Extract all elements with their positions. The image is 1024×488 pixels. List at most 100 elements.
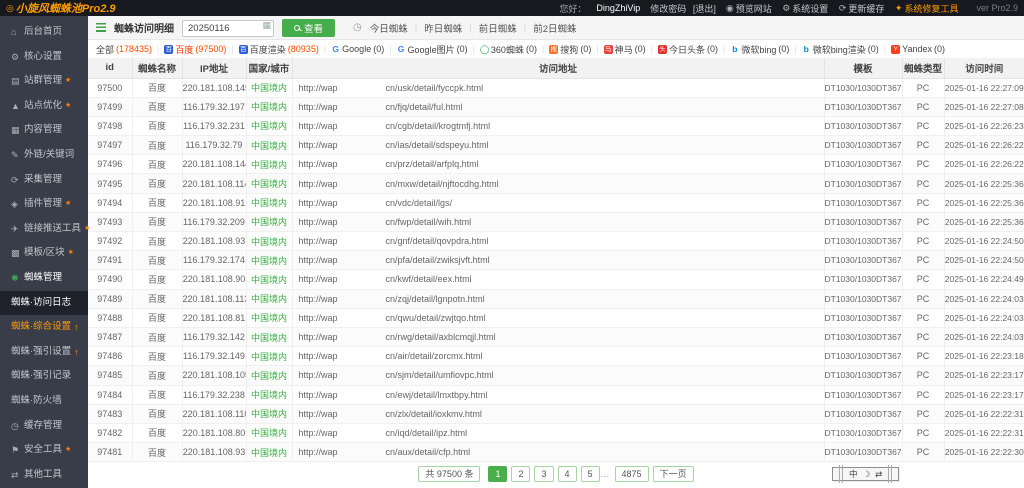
spider-filter-link[interactable]: 百 百度 (97500) xyxy=(164,43,226,56)
last-page-button[interactable]: 4875 xyxy=(614,466,649,482)
tab-前日蜘蛛[interactable]: 前日蜘蛛 xyxy=(479,21,517,35)
sidebar-item[interactable]: ⌂ 后台首页 xyxy=(0,20,88,45)
sidebar-item[interactable]: ◷ 缓存管理 xyxy=(0,414,88,439)
sidebar-item[interactable]: ▲ 站点优化 ★ xyxy=(0,94,88,119)
spider-filter-link[interactable]: 百 百度渲染 (80935) xyxy=(238,43,319,56)
logout-link[interactable]: [退出] xyxy=(693,2,716,15)
cell-region: 中国境内 xyxy=(245,154,293,175)
cell-url: http://wap cn/qwu/detail/zwjtqo.html xyxy=(291,308,825,328)
page-button[interactable]: 2 xyxy=(511,466,531,482)
sidebar-item[interactable]: ✎ 外链/关键词 xyxy=(0,143,88,168)
cell-ip: 220.181.108.81 xyxy=(181,308,247,328)
pin-icon: ★ xyxy=(84,224,91,232)
tab-前2日蜘蛛[interactable]: 前2日蜘蛛 xyxy=(533,21,576,35)
cell-ip: 116.179.32.209 xyxy=(181,212,247,233)
sidebar-item[interactable]: 蜘蛛·防火墙 xyxy=(0,389,88,414)
cell-template: DT1030/1030DT3673 xyxy=(823,404,903,424)
sidebar-item[interactable]: ▤ 站群管理 ★ xyxy=(0,69,88,94)
main-content: 蜘蛛访问明细 ▦ 查看 ◷ 今日蜘蛛 | 昨日蜘蛛 | 前日蜘蛛 | 前2日蜘蛛 全部 (1… xyxy=(88,16,1024,488)
sidebar-item[interactable]: ✈ 链接推送工具 ★ xyxy=(0,217,91,242)
spider-filter-link[interactable]: 马 神马 (0) xyxy=(603,43,646,56)
keywords-icon: ✎ xyxy=(11,149,19,160)
cell-region: 中国境内 xyxy=(245,173,293,194)
calendar-icon[interactable]: ▦ xyxy=(262,20,271,31)
ime-language-bar[interactable]: 中 ☽ ⇄ xyxy=(832,467,900,481)
page-button[interactable]: 4 xyxy=(557,466,577,482)
sidebar-item[interactable]: ▩ 模板/区块 ★ xyxy=(0,241,88,266)
cell-spider-type: PC xyxy=(901,327,945,348)
sidebar-item[interactable]: ⚑ 安全工具 ★ xyxy=(0,438,88,463)
cell-spider-name: 百度 xyxy=(131,193,183,213)
cell-template: DT1030/1030DT3673 xyxy=(823,289,903,309)
cell-template: DT1030/1030DT3673 xyxy=(823,327,903,348)
ime-fullwidth-icon[interactable]: ☽ xyxy=(863,469,871,480)
cell-spider-type: PC xyxy=(901,365,945,386)
sidebar-item[interactable]: ⚙ 核心设置 xyxy=(0,45,88,70)
pin-icon: ★ xyxy=(65,77,72,85)
column-header: IP地址 xyxy=(181,58,247,79)
push-icon: ✈ xyxy=(11,223,19,234)
cell-url: http://wap cn/iqd/detail/ipz.html xyxy=(291,423,825,444)
topbar-link[interactable]: ◉ 预览网站 xyxy=(726,2,772,15)
tab-昨日蜘蛛[interactable]: 昨日蜘蛛 xyxy=(424,21,462,35)
cell-spider-name: 百度 xyxy=(131,423,183,444)
sidebar-item[interactable]: 蜘蛛·综合设置 ↑ xyxy=(0,315,88,340)
page-button[interactable]: 3 xyxy=(534,466,554,482)
sidebar-item[interactable]: ⟳ 采集管理 xyxy=(0,168,88,193)
ime-mode-chinese[interactable]: 中 xyxy=(849,468,858,480)
ime-switch-icon[interactable]: ⇄ xyxy=(875,469,882,480)
sidebar-item-label: 站群管理 xyxy=(24,75,63,87)
spider-filter-link[interactable]: b 微软bing (0) xyxy=(730,43,789,56)
view-button[interactable]: 查看 xyxy=(282,18,336,37)
spider-filter-link[interactable]: 全部 (178435) xyxy=(96,43,152,56)
table-row: 97484 百度 116.179.32.238 中国境内 http://wap c… xyxy=(88,385,1024,405)
sidebar-item[interactable]: ◈ 插件管理 ★ xyxy=(0,192,88,217)
shenma-icon: 马 xyxy=(603,44,613,54)
cell-url: http://wap cn/zqj/detail/lgnpotn.html xyxy=(291,289,825,309)
cell-url: http://wap cn/pfa/detail/zwiksjvft.html xyxy=(291,250,825,271)
topbar-link[interactable]: ⟳ 更新缓存 xyxy=(839,2,885,15)
next-page-button[interactable]: 下一页 xyxy=(652,466,694,482)
spider-filter-link[interactable]: 搜 搜狗 (0) xyxy=(549,43,591,56)
tab-今日蜘蛛[interactable]: 今日蜘蛛 xyxy=(370,21,408,35)
cell-url: http://wap cn/fwp/detail/wih.html xyxy=(291,212,825,233)
spider-filter-link[interactable]: Y Yandex (0) xyxy=(891,44,945,54)
topbar-link[interactable]: ✦ 系统修复工具 xyxy=(895,2,959,15)
pin-icon: ★ xyxy=(65,101,72,109)
filter-count: (178435) xyxy=(116,44,153,54)
spider-filter-link[interactable]: ◯ 360蜘蛛 (0) xyxy=(480,43,537,56)
spider-filter-link[interactable]: 头 今日头条 (0) xyxy=(658,43,718,56)
sidebar-item[interactable]: ⇄ 其他工具 xyxy=(0,463,88,488)
sidebar-item[interactable]: ❋ 蜘蛛管理 xyxy=(0,266,88,291)
page-button[interactable]: 5 xyxy=(580,466,600,482)
cell-template: DT1030/1030DT3673 xyxy=(823,78,903,98)
baidu-icon: 百 xyxy=(238,44,248,54)
sidebar-item[interactable]: 蜘蛛·强引记录 xyxy=(0,364,88,389)
cell-ip: 220.181.108.93 xyxy=(181,442,247,463)
cell-spider-name: 百度 xyxy=(131,231,183,252)
sidebar-item[interactable]: 蜘蛛·访问日志 xyxy=(0,290,88,316)
page-button[interactable]: 1 xyxy=(488,466,508,482)
sidebar-item[interactable]: 蜘蛛·强引设置 ↑ xyxy=(0,340,88,365)
cell-time: 2025-01-16 22:25:36 xyxy=(943,173,1024,194)
cell-region: 中国境内 xyxy=(245,365,293,386)
toolbar: 蜘蛛访问明细 ▦ 查看 ◷ 今日蜘蛛 | 昨日蜘蛛 | 前日蜘蛛 | 前2日蜘蛛 xyxy=(88,16,1024,40)
sidebar-item-label: 缓存管理 xyxy=(24,419,63,431)
spider-filter-link[interactable]: G Google (0) xyxy=(331,44,384,54)
collect-icon: ⟳ xyxy=(11,174,19,185)
filter-separator: | xyxy=(389,44,392,54)
table-row: 97496 百度 220.181.108.144 中国境内 http://wap… xyxy=(88,154,1024,175)
sidebar: ⌂ 后台首页 ⚙ 核心设置 ▤ 站群管理 ★ ▲ 站点优化 ★ ▦ 内容管理 ✎… xyxy=(0,16,91,488)
cell-ip: 116.179.32.197 xyxy=(181,97,247,117)
cell-spider-name: 百度 xyxy=(131,135,183,156)
topbar-link[interactable]: ⚙ 系统设置 xyxy=(782,2,828,15)
spider-filterbar: 全部 (178435) | 百 百度 (97500) | 百 百度渲染 (809… xyxy=(88,40,1024,58)
date-input[interactable] xyxy=(182,20,274,37)
spider-filter-link[interactable]: b 微软bing渲染 (0) xyxy=(802,43,879,56)
change-password-link[interactable]: 修改密码 [退出] xyxy=(650,2,716,15)
cell-spider-name: 百度 xyxy=(131,308,183,328)
cell-time: 2025-01-16 22:23:17 xyxy=(943,385,1024,405)
spider-filter-link[interactable]: G Google图片 (0) xyxy=(397,43,468,56)
sidebar-item[interactable]: ▦ 内容管理 xyxy=(0,118,88,143)
cell-spider-name: 百度 xyxy=(131,116,183,137)
